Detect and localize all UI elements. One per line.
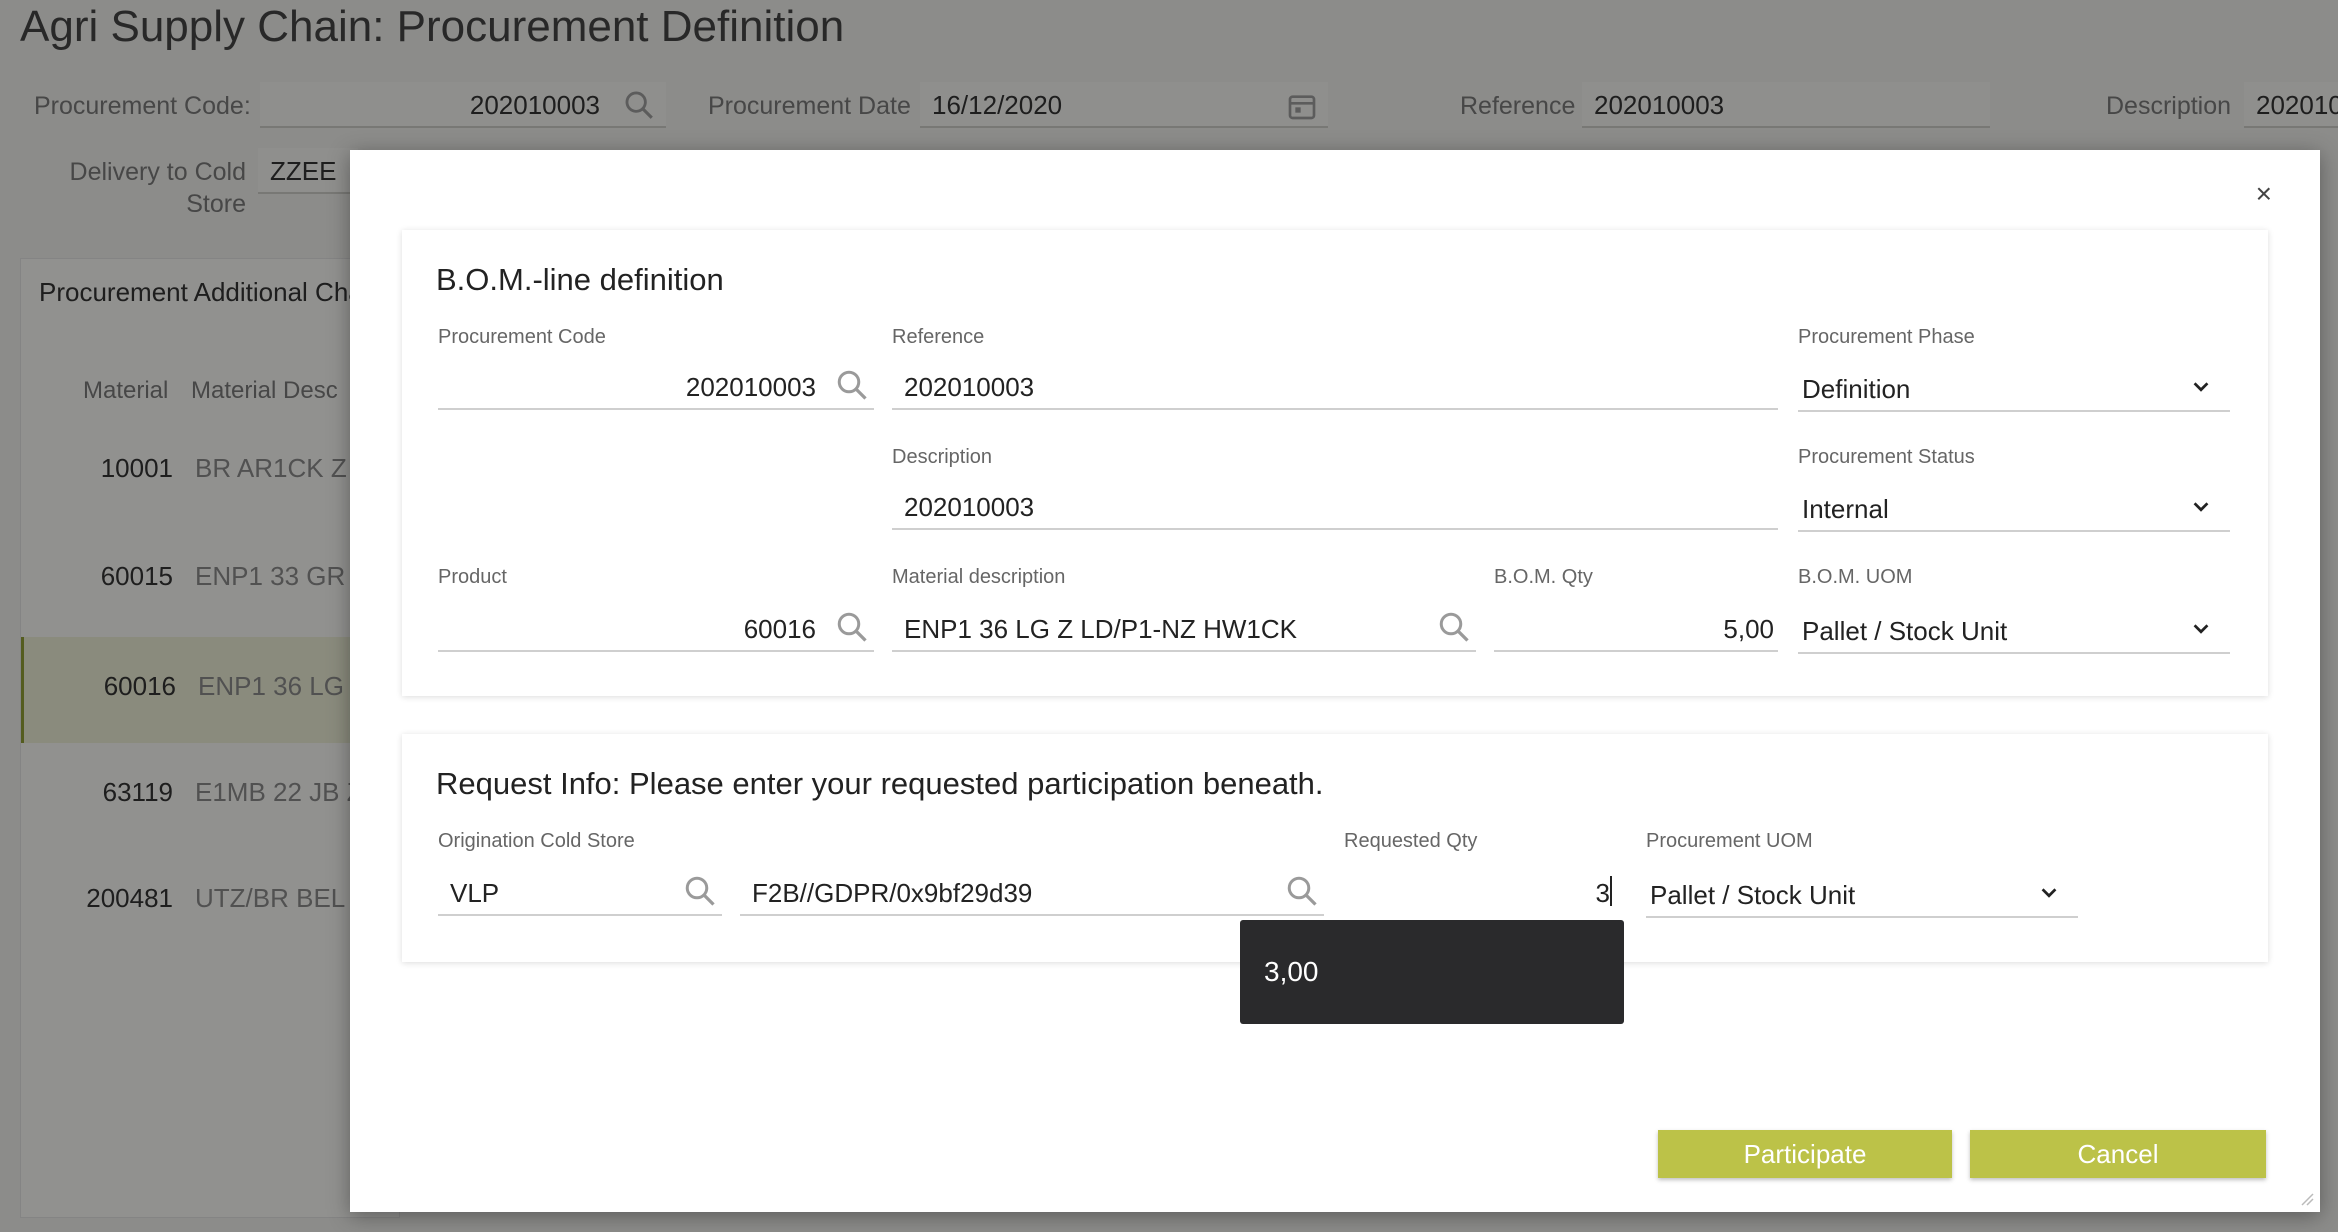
origination-cold-store-label: Origination Cold Store <box>438 830 635 852</box>
search-icon[interactable] <box>834 367 870 403</box>
chevron-down-icon <box>2193 382 2209 392</box>
bom-qty-field[interactable]: 5,00 <box>1494 602 1778 652</box>
bom-uom-label: B.O.M. UOM <box>1798 566 1913 588</box>
procurement-status-label: Procurement Status <box>1798 446 1975 468</box>
description-value: 202010003 <box>904 492 1035 522</box>
product-value: 60016 <box>743 614 816 644</box>
search-icon[interactable] <box>682 873 718 909</box>
bom-qty-value: 5,00 <box>1723 614 1774 644</box>
description-field[interactable]: 202010003 <box>892 480 1778 530</box>
cold-store-description-value: F2B//GDPR/0x9bf29d39 <box>752 878 1033 908</box>
request-card-title: Request Info: Please enter your requeste… <box>436 766 1324 801</box>
requested-qty-input[interactable]: 3 <box>1344 866 1618 916</box>
procurement-code-value: 202010003 <box>685 372 816 402</box>
text-caret <box>1610 876 1612 906</box>
product-field[interactable]: 60016 <box>438 602 874 652</box>
participate-button[interactable]: Participate <box>1658 1130 1952 1178</box>
reference-value: 202010003 <box>904 372 1035 402</box>
chevron-down-icon <box>2041 888 2057 898</box>
origination-cold-store-value: VLP <box>450 878 500 908</box>
procurement-code-label: Procurement Code <box>438 326 606 348</box>
reference-label: Reference <box>892 326 985 348</box>
close-icon[interactable]: × <box>2256 180 2272 208</box>
bom-card-title: B.O.M.-line definition <box>436 262 724 297</box>
chevron-down-icon <box>2193 502 2209 512</box>
procurement-status-select[interactable]: Internal <box>1798 482 2230 532</box>
product-label: Product <box>438 566 507 588</box>
material-description-field[interactable]: ENP1 36 LG Z LD/P1-NZ HW1CK <box>892 602 1476 652</box>
procurement-phase-select[interactable]: Definition <box>1798 362 2230 412</box>
material-description-value: ENP1 36 LG Z LD/P1-NZ HW1CK <box>904 614 1297 644</box>
chevron-down-icon <box>2193 624 2209 634</box>
requested-qty-label: Requested Qty <box>1344 830 1478 852</box>
cancel-button[interactable]: Cancel <box>1970 1130 2266 1178</box>
description-label: Description <box>892 446 993 468</box>
procurement-uom-select[interactable]: Pallet / Stock Unit <box>1646 868 2078 918</box>
procurement-status-value: Internal <box>1802 494 1889 524</box>
bom-uom-value: Pallet / Stock Unit <box>1802 616 2008 646</box>
participation-dialog: × B.O.M.-line definition Procurement Cod… <box>350 150 2320 1212</box>
cold-store-description-field[interactable]: F2B//GDPR/0x9bf29d39 <box>740 866 1324 916</box>
formatted-value-tooltip: 3,00 <box>1240 920 1624 1024</box>
search-icon[interactable] <box>1436 609 1472 645</box>
procurement-phase-label: Procurement Phase <box>1798 326 1975 348</box>
origination-cold-store-field[interactable]: VLP <box>438 866 722 916</box>
search-icon[interactable] <box>834 609 870 645</box>
requested-qty-value: 3 <box>1595 878 1610 908</box>
bom-uom-select[interactable]: Pallet / Stock Unit <box>1798 604 2230 654</box>
procurement-code-field[interactable]: 202010003 <box>438 360 874 410</box>
procurement-uom-value: Pallet / Stock Unit <box>1650 880 1856 910</box>
bom-qty-label: B.O.M. Qty <box>1494 566 1593 588</box>
procurement-uom-label: Procurement UOM <box>1646 830 1813 852</box>
resize-handle-icon[interactable] <box>2298 1190 2314 1206</box>
reference-field[interactable]: 202010003 <box>892 360 1778 410</box>
material-description-label: Material description <box>892 566 1066 588</box>
search-icon[interactable] <box>1284 873 1320 909</box>
tooltip-value: 3,00 <box>1264 956 1319 987</box>
procurement-phase-value: Definition <box>1802 374 1911 404</box>
bom-line-card: B.O.M.-line definition Procurement Code … <box>402 230 2268 696</box>
